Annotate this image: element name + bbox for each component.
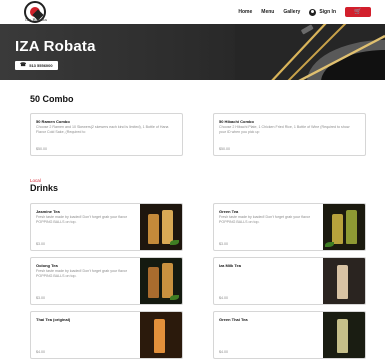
logo-text: Iza Robata	[25, 17, 47, 22]
item-photo	[323, 204, 365, 250]
nav-links: Home Menu Gallery Sign In 🛒	[238, 7, 371, 17]
drink-cup	[332, 214, 343, 244]
phone-button[interactable]: ☎ 513 5556000	[15, 61, 58, 70]
item-price: $4.00	[219, 296, 228, 300]
item-name: 50 Hibachi Combo	[219, 119, 254, 124]
nav-gallery-link[interactable]: Gallery	[283, 9, 300, 15]
item-photo	[140, 204, 182, 250]
item-price: $4.00	[219, 350, 228, 354]
item-photo	[140, 312, 182, 358]
menu-item-card[interactable]: 50 Ramen Combo Choose 2 Ramen and 10 Ske…	[30, 113, 183, 156]
menu-item-card[interactable]: Oolong Tea Fresh taste made by loaded! D…	[30, 257, 183, 305]
nav-menu-link[interactable]: Menu	[261, 9, 274, 15]
drink-cup	[337, 265, 348, 299]
item-name: Green Tea	[219, 209, 239, 214]
drink-cup	[162, 210, 173, 244]
sign-in-label: Sign In	[319, 9, 336, 15]
drink-cup	[154, 319, 165, 353]
menu-item-card[interactable]: Green Thai Tea $4.00	[213, 311, 366, 359]
item-price: $4.00	[36, 350, 45, 354]
drink-cup	[148, 214, 159, 244]
item-name: Iza Milk Tea	[219, 263, 241, 268]
nav-home-link[interactable]: Home	[238, 9, 252, 15]
menu-item-card[interactable]: Thai Tea (original) $4.00	[30, 311, 183, 359]
item-name: Jasmine Tea	[36, 209, 60, 214]
item-name: Thai Tea (original)	[36, 317, 71, 322]
menu-item-card[interactable]: 50 Hibachi Combo Choose 2 Hibachi Plate,…	[213, 113, 366, 156]
leaf-garnish	[170, 240, 179, 245]
combo-section-title: 50 Combo	[30, 94, 74, 104]
drink-cup	[148, 267, 159, 298]
item-description: Choose 2 Ramen and 10 Skewers(2 skewers …	[36, 125, 169, 134]
item-photo	[323, 258, 365, 304]
menu-item-card[interactable]: Iza Milk Tea $4.00	[213, 257, 366, 305]
phone-icon: ☎	[20, 62, 27, 68]
drink-cup	[162, 263, 173, 298]
cart-button[interactable]: 🛒	[345, 7, 371, 17]
item-photo	[323, 312, 365, 358]
user-icon	[309, 8, 317, 16]
leaf-garnish	[325, 242, 334, 247]
item-name: Green Thai Tea	[219, 317, 248, 322]
menu-item-card[interactable]: Green Tea Fresh taste made by loaded! Do…	[213, 203, 366, 251]
cart-icon: 🛒	[354, 9, 362, 15]
top-nav: Iza Robata Home Menu Gallery Sign In 🛒	[0, 0, 385, 24]
item-description: Fresh taste made by loaded! Don't forget…	[36, 269, 127, 278]
drink-cup	[346, 210, 357, 244]
item-price: $3.00	[36, 296, 45, 300]
item-name: Oolong Tea	[36, 263, 58, 268]
item-price: $3.00	[219, 242, 228, 246]
item-price: $3.00	[36, 242, 45, 246]
drinks-section-title: Drinks	[30, 183, 59, 193]
item-price: $50.00	[219, 147, 230, 151]
item-description: Fresh taste made by loaded! Don't forget…	[219, 215, 310, 224]
item-description: Fresh taste made by loaded! Don't forget…	[36, 215, 127, 224]
item-price: $50.00	[36, 147, 47, 151]
item-photo	[140, 258, 182, 304]
item-name: 50 Ramen Combo	[36, 119, 70, 124]
hero-banner: IZA Robata ☎ 513 5556000	[0, 24, 385, 80]
phone-number: 513 5556000	[29, 63, 53, 68]
drink-cup	[337, 319, 348, 353]
hero-image-chopsticks-plate	[235, 24, 385, 80]
menu-item-card[interactable]: Jasmine Tea Fresh taste made by loaded! …	[30, 203, 183, 251]
item-description: Choose 2 Hibachi Plate, 1 Chicken Fried …	[219, 125, 350, 134]
sign-in-button[interactable]: Sign In	[309, 8, 336, 16]
restaurant-name: IZA Robata	[15, 38, 96, 55]
leaf-garnish	[170, 295, 179, 300]
